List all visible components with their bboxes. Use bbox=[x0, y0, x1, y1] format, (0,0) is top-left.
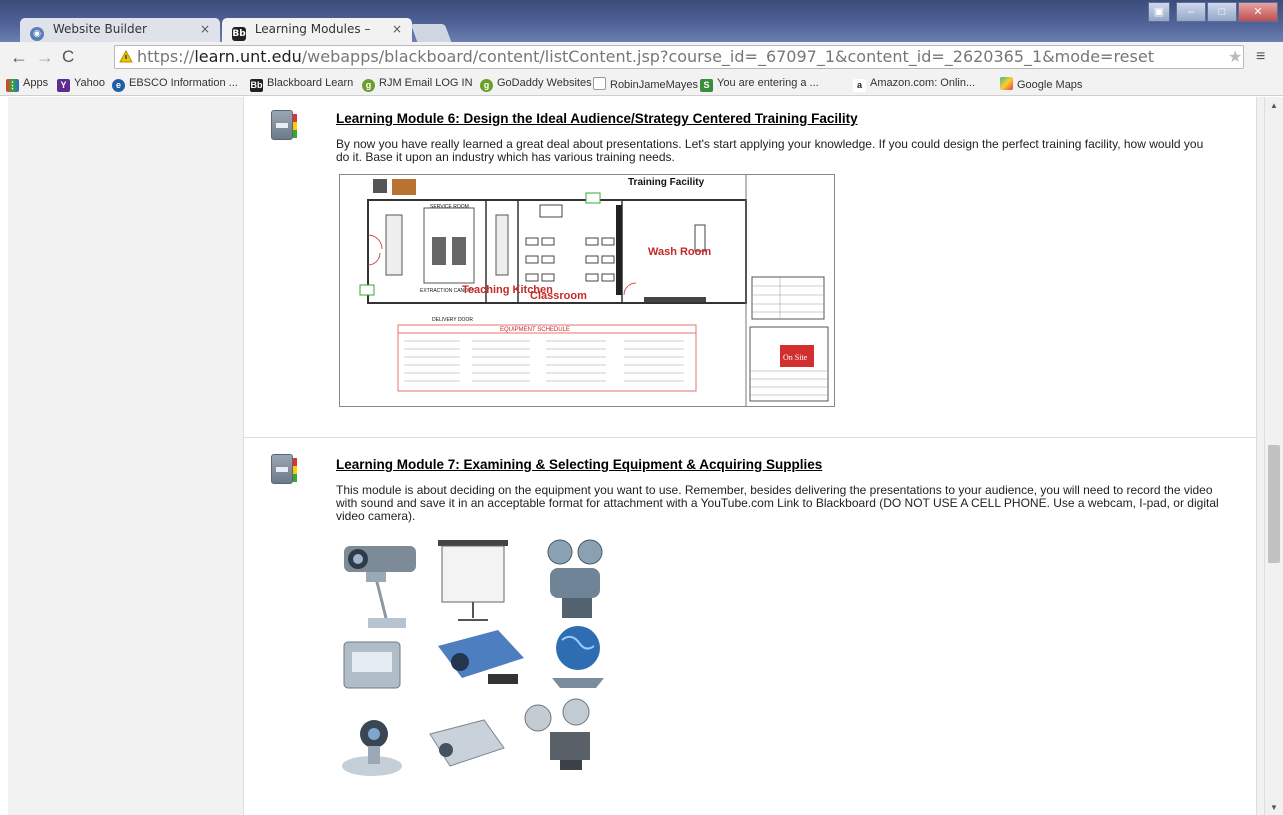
bookmark-apps[interactable]: ⋮ Apps bbox=[6, 77, 48, 92]
yahoo-icon: Y bbox=[57, 79, 70, 92]
module-6-title-link[interactable]: Learning Module 6: Design the Ideal Audi… bbox=[336, 111, 858, 126]
learning-module-icon[interactable] bbox=[271, 110, 297, 140]
url-scheme: https:// bbox=[137, 47, 195, 66]
forward-arrow-icon[interactable]: → bbox=[36, 47, 54, 68]
bookmark-you-are-entering[interactable]: S You are entering a ... bbox=[700, 77, 819, 92]
training-facility-floorplan: Training Facility SERVICE ROOM EXTRACTIO… bbox=[339, 174, 835, 407]
back-arrow-icon[interactable]: ← bbox=[10, 47, 28, 68]
bookmark-label: Google Maps bbox=[1017, 79, 1083, 91]
scroll-up-arrow-icon[interactable]: ▲ bbox=[1270, 101, 1278, 110]
video-projector-icon bbox=[438, 630, 524, 684]
bookmark-label: GoDaddy Websites bbox=[497, 77, 592, 89]
url-path: /webapps/blackboard/content/listContent.… bbox=[301, 47, 1154, 66]
film-reel-projector-icon bbox=[524, 698, 590, 770]
floorplan-title: Training Facility bbox=[628, 177, 705, 188]
website-s-icon: S bbox=[700, 79, 713, 92]
page-icon bbox=[593, 77, 606, 90]
bookmark-rjm-email[interactable]: g RJM Email LOG IN bbox=[362, 77, 473, 92]
service-room-label: SERVICE ROOM bbox=[430, 204, 469, 210]
wash-room-label: Wash Room bbox=[648, 246, 711, 258]
content-list: Learning Module 6: Design the Ideal Audi… bbox=[243, 97, 1258, 815]
amazon-icon: a bbox=[853, 79, 866, 92]
bookmark-label: Apps bbox=[23, 77, 49, 89]
godaddy-icon: g bbox=[480, 79, 493, 92]
close-window-button[interactable]: ✕ bbox=[1238, 2, 1278, 22]
page-viewport: Learning Module 6: Design the Ideal Audi… bbox=[8, 97, 1264, 815]
blackboard-icon: Bb bbox=[250, 79, 263, 92]
bookmark-amazon[interactable]: a Amazon.com: Onlin... bbox=[853, 77, 975, 92]
equipment-schedule-label: EQUIPMENT SCHEDULE bbox=[500, 327, 570, 333]
menu-icon[interactable]: ≡ bbox=[1256, 48, 1265, 66]
bookmark-label: RobinJameMayes bbox=[610, 79, 699, 91]
document-camera-icon bbox=[343, 641, 401, 689]
classroom-label: Classroom bbox=[530, 290, 587, 302]
maximize-button[interactable]: □ bbox=[1207, 2, 1237, 22]
bookmark-ebsco[interactable]: e EBSCO Information ... bbox=[112, 77, 238, 92]
globe-icon bbox=[552, 626, 604, 688]
projector-icon bbox=[344, 546, 416, 572]
scroll-down-arrow-icon[interactable]: ▼ bbox=[1270, 803, 1278, 812]
overhead-projector-icon bbox=[366, 572, 406, 628]
browser-toolbar: ← → C https://learn.unt.edu/webapps/blac… bbox=[0, 42, 1283, 72]
minimize-button[interactable]: – bbox=[1176, 2, 1206, 22]
tab-website-builder[interactable]: ◉ Website Builder × bbox=[20, 18, 220, 42]
bookmark-yahoo[interactable]: Y Yahoo bbox=[57, 77, 105, 92]
module-7-description: This module is about deciding on the equ… bbox=[336, 483, 1219, 523]
module-divider bbox=[244, 437, 1258, 438]
maps-icon bbox=[1000, 77, 1013, 90]
bookmark-label: EBSCO Information ... bbox=[129, 77, 238, 89]
equipment-collage-image bbox=[338, 538, 638, 788]
film-projector-icon bbox=[547, 539, 603, 618]
module-7-title-link[interactable]: Learning Module 7: Examining & Selecting… bbox=[336, 457, 822, 472]
bookmark-blackboard[interactable]: Bb Blackboard Learn bbox=[250, 77, 353, 92]
floorplan-drawing: Training Facility SERVICE ROOM EXTRACTIO… bbox=[359, 175, 829, 406]
reload-icon[interactable]: C bbox=[62, 47, 74, 67]
close-tab-icon[interactable]: × bbox=[200, 22, 210, 36]
bookmark-label: Yahoo bbox=[74, 77, 105, 89]
address-bar[interactable]: https://learn.unt.edu/webapps/blackboard… bbox=[114, 45, 1244, 69]
equipment-illustrations bbox=[342, 539, 604, 776]
bookmark-label: Amazon.com: Onlin... bbox=[870, 77, 976, 89]
delivery-door-label: DELIVERY DOOR bbox=[432, 317, 473, 323]
vertical-scrollbar[interactable]: ▲ ▼ bbox=[1264, 97, 1283, 815]
blackboard-icon: Bb bbox=[232, 27, 246, 41]
bookmark-google-maps[interactable]: Google Maps bbox=[1000, 77, 1082, 91]
close-tab-icon[interactable]: × bbox=[392, 22, 402, 36]
tab-learning-modules[interactable]: Bb Learning Modules – LTEC × bbox=[222, 18, 412, 55]
bookmark-godaddy[interactable]: g GoDaddy Websites bbox=[480, 77, 592, 92]
compact-projector-icon bbox=[429, 719, 505, 767]
window-titlebar: ◉ Website Builder × Bb Learning Modules … bbox=[0, 0, 1283, 55]
user-profile-button[interactable]: ▣ bbox=[1148, 2, 1170, 22]
bookmark-label: You are entering a ... bbox=[717, 77, 819, 89]
new-tab-button[interactable] bbox=[410, 24, 452, 42]
bookmark-label: Blackboard Learn bbox=[267, 77, 354, 89]
scrollbar-thumb[interactable] bbox=[1268, 445, 1280, 563]
projection-screen-icon bbox=[438, 540, 508, 621]
module-6-description: By now you have really learned a great d… bbox=[336, 137, 1204, 164]
onsite-logo: On Site bbox=[783, 353, 808, 362]
url-host: learn.unt.edu bbox=[194, 47, 302, 66]
secure-site-icon bbox=[119, 50, 133, 63]
apps-grid-icon: ⋮ bbox=[6, 79, 19, 92]
bookmarks-bar: ⋮ Apps Y Yahoo e EBSCO Information ... Bb Bl… bbox=[0, 72, 1283, 96]
bookmark-label: RJM Email LOG IN bbox=[379, 77, 473, 89]
learning-module-icon[interactable] bbox=[271, 454, 297, 484]
webcam-icon bbox=[342, 720, 402, 776]
tab-label: Website Builder bbox=[52, 22, 147, 36]
bookmark-robinjamemayes[interactable]: RobinJameMayes bbox=[593, 77, 698, 91]
bookmark-star-icon[interactable]: ★ bbox=[1228, 47, 1242, 67]
godaddy-icon: g bbox=[362, 79, 375, 92]
ebsco-icon: e bbox=[112, 79, 125, 92]
globe-icon: ◉ bbox=[30, 27, 44, 41]
